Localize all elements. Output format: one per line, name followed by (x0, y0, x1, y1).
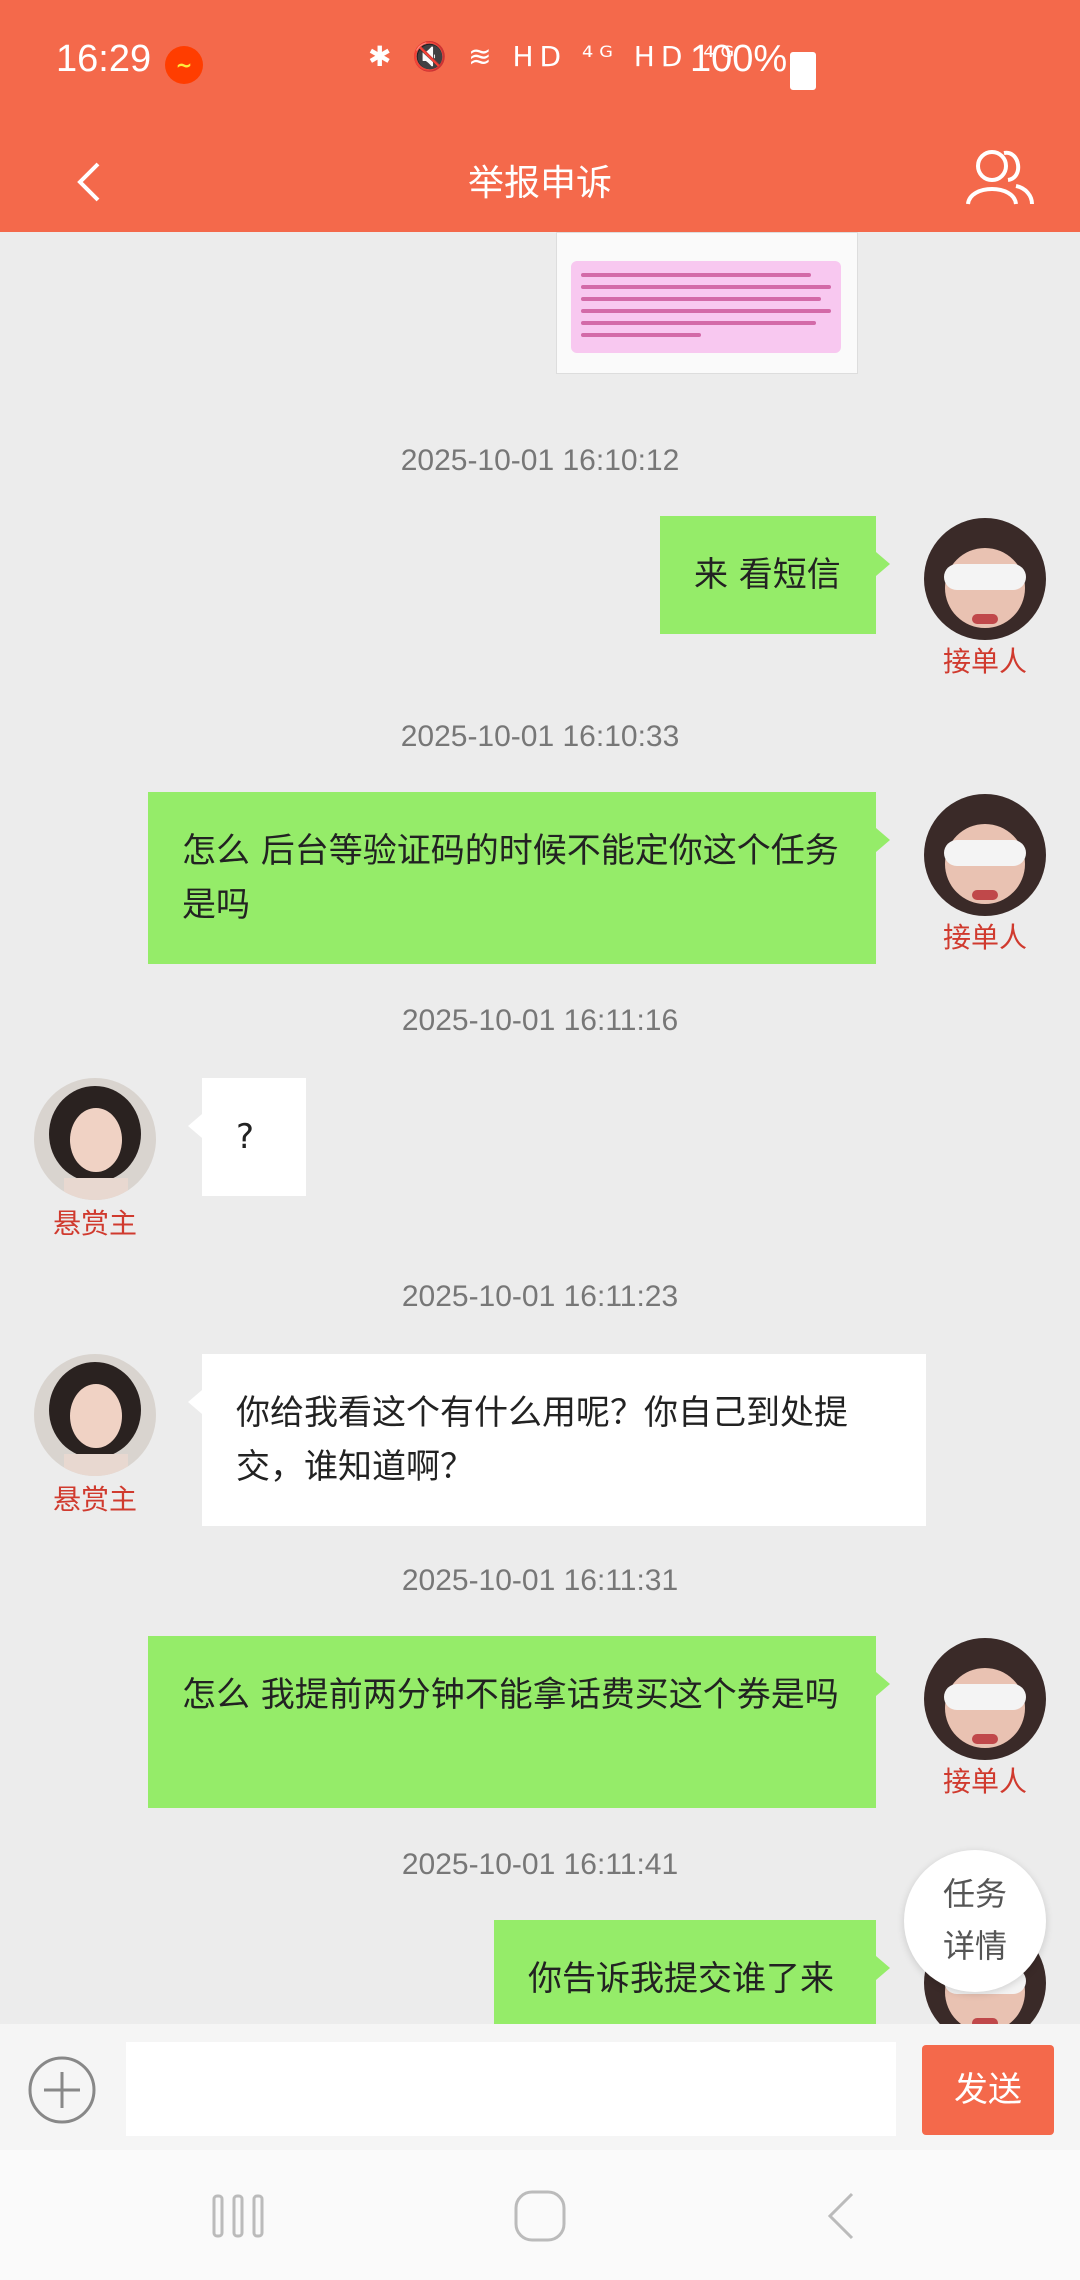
sms-content-thumbnail (571, 261, 841, 353)
system-navigation-bar (0, 2150, 1080, 2280)
avatar-receiver[interactable] (924, 794, 1046, 916)
avatar-image-poster (34, 1354, 156, 1476)
battery-percent: 100% (690, 38, 788, 80)
page-title: 举报申诉 (467, 163, 612, 204)
members-button[interactable] (960, 138, 1040, 218)
avatar-image-poster (34, 1078, 156, 1200)
sent-message-bubble[interactable]: 来 看短信 (660, 516, 890, 634)
message-timestamp: 2025-10-01 16:10:33 (400, 720, 680, 753)
users-icon (966, 150, 1034, 205)
add-attachment-button[interactable] (26, 2054, 98, 2126)
sent-message-bubble[interactable]: 怎么 后台等验证码的时候不能定你这个任务是吗 (148, 792, 890, 964)
role-label-receiver: 接单人 (942, 1765, 1027, 1798)
received-message-bubble[interactable]: ? (188, 1078, 306, 1196)
sent-message-bubble[interactable]: 你告诉我提交谁了来 (494, 1920, 890, 2024)
recent-apps-button[interactable] (208, 2186, 268, 2246)
avatar-poster[interactable] (34, 1354, 156, 1476)
message-timestamp: 2025-10-01 16:11:31 (401, 1564, 679, 1597)
message-input-bar: 发送 (0, 2024, 1080, 2150)
avatar-receiver[interactable] (924, 518, 1046, 640)
back-arrow-icon (827, 2192, 854, 2240)
top-app-bar: 举报申诉 (0, 130, 1080, 232)
message-timestamp: 2025-10-01 16:10:12 (400, 444, 680, 477)
status-time: 16:29 (56, 38, 152, 80)
role-label-receiver: 接单人 (942, 921, 1027, 954)
role-label-receiver: 接单人 (942, 645, 1027, 678)
message-timestamp: 2025-10-01 16:11:16 (401, 1004, 679, 1037)
send-button[interactable]: 发送 (922, 2045, 1054, 2135)
home-icon (514, 2190, 566, 2242)
battery-icon (790, 52, 816, 90)
role-label-poster: 悬赏主 (52, 1483, 137, 1516)
recent-apps-icon (212, 2194, 264, 2238)
role-label-poster: 悬赏主 (52, 1207, 137, 1240)
status-bar: 16:29 ~ ✱ 🔇 ≋ HD ⁴ᴳ HD ⁴ᴳ 100% (0, 0, 1080, 130)
avatar-image-receiver (924, 518, 1046, 640)
task-details-button[interactable]: 任务 详情 (904, 1850, 1046, 1992)
avatar-image-receiver (924, 1638, 1046, 1760)
nav-back-button[interactable] (812, 2186, 872, 2246)
plus-circle-icon (28, 2056, 96, 2124)
sent-message-bubble[interactable]: 怎么 我提前两分钟不能拿话费买这个券是吗 (148, 1636, 890, 1808)
task-details-label-line1: 任务 (942, 1875, 1007, 1913)
home-button[interactable] (510, 2186, 570, 2246)
app-notification-icon: ~ (165, 46, 203, 84)
task-details-label-line2: 详情 (942, 1927, 1007, 1965)
chat-message-list[interactable]: 2025-10-01 16:10:12 来 看短信 接单人 2025-10-01… (0, 232, 1080, 2024)
message-input[interactable] (126, 2042, 896, 2136)
sms-screenshot-image[interactable] (556, 232, 858, 374)
message-timestamp: 2025-10-01 16:11:23 (401, 1280, 679, 1313)
received-message-bubble[interactable]: 你给我看这个有什么用呢？你自己到处提交，谁知道啊？ (188, 1354, 926, 1526)
avatar-image-receiver (924, 794, 1046, 916)
system-status-icons: ✱ 🔇 ≋ HD ⁴ᴳ HD ⁴ᴳ (368, 40, 741, 73)
avatar-receiver[interactable] (924, 1638, 1046, 1760)
avatar-poster[interactable] (34, 1078, 156, 1200)
